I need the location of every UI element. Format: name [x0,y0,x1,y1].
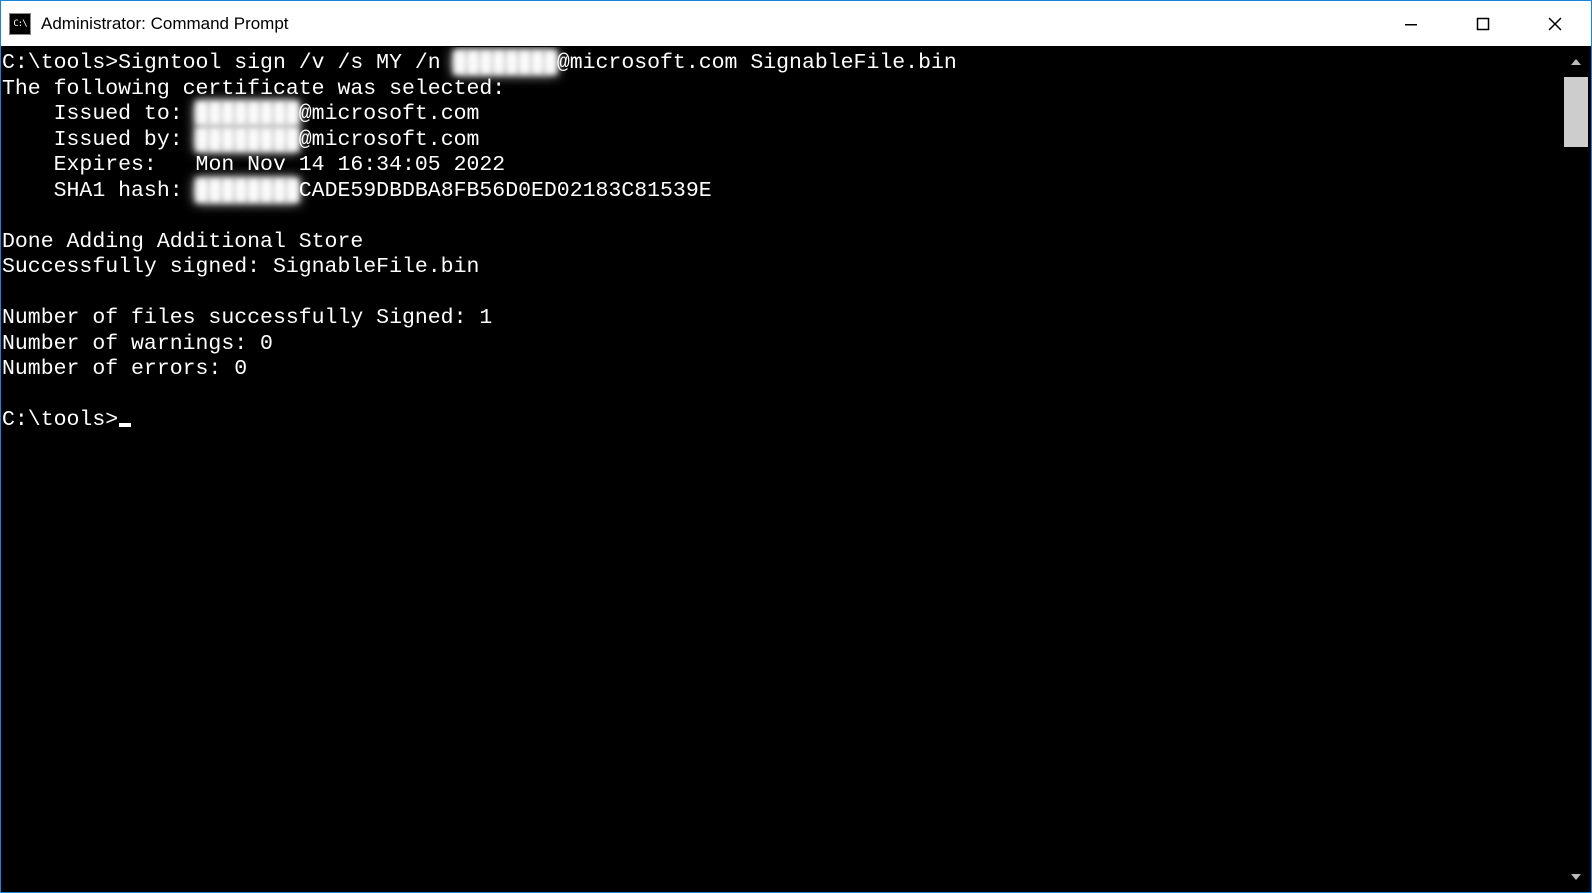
prompt-line: C:\tools> [2,408,1561,434]
output-line: Issued by: ████████@microsoft.com [2,128,1561,154]
scroll-down-button[interactable] [1561,862,1591,892]
prompt: C:\tools> [2,51,118,75]
blank-line [2,204,1561,230]
output-line: Number of warnings: 0 [2,332,1561,358]
titlebar[interactable]: C:\ Administrator: Command Prompt [1,1,1591,47]
output-line: Number of errors: 0 [2,357,1561,383]
maximize-button[interactable] [1447,1,1519,46]
scroll-thumb[interactable] [1564,77,1588,147]
cursor [119,423,131,427]
terminal-output[interactable]: C:\tools>Signtool sign /v /s MY /n █████… [1,47,1561,892]
output-line: SHA1 hash: ████████CADE59DBDBA8FB56D0ED0… [2,179,1561,205]
field-value: @microsoft.com [299,128,480,152]
field-value: Mon Nov 14 16:34:05 2022 [196,153,506,177]
app-icon: C:\ [9,13,31,35]
output-line: Number of files successfully Signed: 1 [2,306,1561,332]
output-line: Successfully signed: SignableFile.bin [2,255,1561,281]
output-line: Done Adding Additional Store [2,230,1561,256]
close-button[interactable] [1519,1,1591,46]
terminal-wrap: C:\tools>Signtool sign /v /s MY /n █████… [1,47,1591,892]
field-label: Expires: [2,153,196,177]
redacted-text: ████████ [196,102,299,128]
output-line: Expires: Mon Nov 14 16:34:05 2022 [2,153,1561,179]
redacted-text: ████████ [454,51,557,77]
redacted-text: ████████ [196,179,299,205]
field-value: @microsoft.com [299,102,480,126]
prompt: C:\tools> [2,408,118,432]
scroll-up-button[interactable] [1561,47,1591,77]
blank-line [2,383,1561,409]
field-label: Issued to: [2,102,196,126]
field-label: Issued by: [2,128,196,152]
command-text: @microsoft.com SignableFile.bin [557,51,957,75]
field-value: CADE59DBDBA8FB56D0ED02183C81539E [299,179,712,203]
command-line: C:\tools>Signtool sign /v /s MY /n █████… [2,51,1561,77]
redacted-text: ████████ [196,128,299,154]
blank-line [2,281,1561,307]
output-line: Issued to: ████████@microsoft.com [2,102,1561,128]
window-controls [1375,1,1591,46]
window-title: Administrator: Command Prompt [41,14,1375,34]
command-text: Signtool sign /v /s MY /n [118,51,453,75]
vertical-scrollbar[interactable] [1561,47,1591,892]
minimize-button[interactable] [1375,1,1447,46]
output-line: The following certificate was selected: [2,77,1561,103]
field-label: SHA1 hash: [2,179,196,203]
